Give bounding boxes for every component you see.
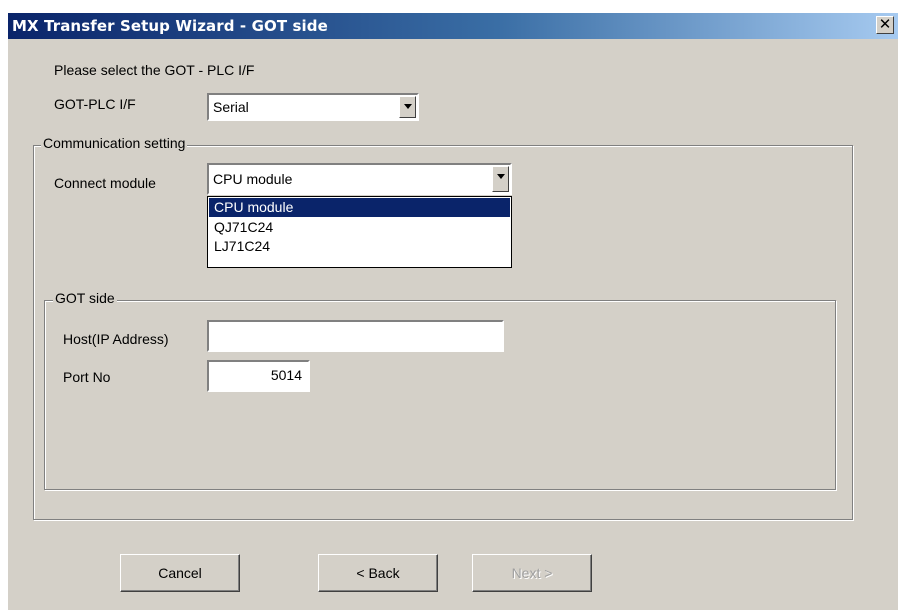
host-ip-input[interactable] xyxy=(207,320,504,352)
cancel-button[interactable]: Cancel xyxy=(120,554,240,592)
title-bar[interactable]: MX Transfer Setup Wizard - GOT side ✕ xyxy=(8,13,898,39)
connect-module-label: Connect module xyxy=(54,175,156,191)
got-plc-if-select[interactable]: Serial xyxy=(207,93,419,121)
port-value: 5014 xyxy=(270,367,302,383)
left-margin xyxy=(0,0,8,610)
interface-prompt: Please select the GOT - PLC I/F xyxy=(54,62,255,78)
dropdown-option[interactable]: QJ71C24 xyxy=(209,218,510,237)
port-label: Port No xyxy=(63,369,111,385)
dropdown-option[interactable]: LJ71C24 xyxy=(209,237,510,256)
dropdown-option[interactable]: CPU module xyxy=(209,198,510,217)
chevron-down-icon[interactable] xyxy=(492,166,509,192)
next-button[interactable]: Next > xyxy=(472,554,592,592)
port-input[interactable]: 5014 xyxy=(207,360,310,392)
close-icon[interactable]: ✕ xyxy=(876,16,894,34)
got-plc-if-value: Serial xyxy=(213,99,249,115)
back-button[interactable]: < Back xyxy=(318,554,438,592)
wizard-window: MX Transfer Setup Wizard - GOT side ✕ Pl… xyxy=(0,0,898,610)
top-margin xyxy=(0,0,898,13)
communication-setting-title: Communication setting xyxy=(41,135,188,151)
got-plc-if-label: GOT-PLC I/F xyxy=(54,96,136,112)
connect-module-value: CPU module xyxy=(213,171,293,187)
chevron-down-icon[interactable] xyxy=(399,96,416,118)
got-side-title: GOT side xyxy=(53,290,117,306)
connect-module-select[interactable]: CPU module xyxy=(207,163,512,195)
window-title: MX Transfer Setup Wizard - GOT side xyxy=(12,17,328,35)
connect-module-dropdown-list[interactable]: CPU module QJ71C24 LJ71C24 xyxy=(207,196,512,268)
host-label: Host(IP Address) xyxy=(63,331,169,347)
